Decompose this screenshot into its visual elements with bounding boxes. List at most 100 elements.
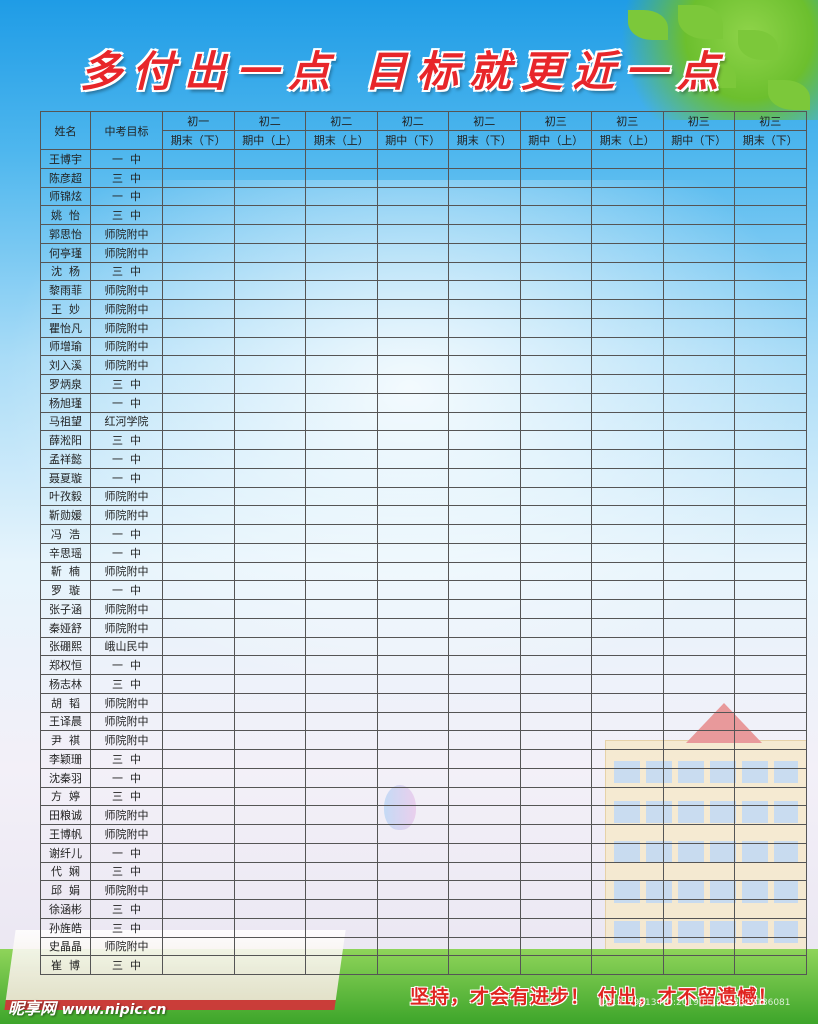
score-cell: [376, 674, 449, 694]
score-cell: [734, 467, 807, 488]
score-cell: [519, 636, 592, 657]
table-row: 尹 祺师院附中: [40, 730, 807, 750]
score-cell: [662, 411, 735, 432]
table-row: 孙旌皓三 中: [40, 917, 807, 938]
score-cell: [448, 842, 521, 863]
score-cell: [591, 692, 664, 713]
score-cell: [519, 186, 592, 207]
period-term-header: 期中（上）: [519, 130, 592, 150]
score-cell: [591, 336, 664, 357]
score-cell: [519, 880, 592, 900]
table-row: 姚 怡三 中: [40, 205, 807, 225]
score-cell: [448, 392, 521, 413]
table-row: 薛淞阳三 中: [40, 430, 807, 450]
score-cell: [233, 299, 306, 319]
score-cell: [662, 917, 735, 938]
goal-cell: 三 中: [90, 167, 163, 188]
student-name-cell: 师锦炫: [40, 186, 91, 207]
score-cell: [448, 936, 521, 957]
score-cell: [376, 561, 449, 582]
score-cell: [448, 261, 521, 282]
score-cell: [734, 655, 807, 675]
score-cell: [591, 524, 664, 544]
goal-cell: 一 中: [90, 467, 163, 488]
student-name-cell: 陈彦超: [40, 167, 91, 188]
score-cell: [662, 299, 735, 319]
score-cell: [734, 899, 807, 919]
table-row: 崔 博三 中: [40, 955, 807, 975]
score-cell: [662, 936, 735, 957]
student-name-cell: 郑权恒: [40, 655, 91, 675]
score-cell: [662, 224, 735, 244]
table-row: 瞿怡凡 师院附中: [40, 317, 807, 338]
goal-cell: 一 中: [90, 449, 163, 469]
score-cell: [448, 749, 521, 769]
score-cell: [591, 186, 664, 207]
score-cell: [376, 580, 449, 600]
score-cell: [162, 692, 235, 713]
score-cell: [376, 336, 449, 357]
goal-column-header: 中考目标: [90, 111, 163, 150]
score-cell: [162, 842, 235, 863]
score-cell: [662, 749, 735, 769]
score-cell: [233, 805, 306, 825]
score-cell: [662, 336, 735, 357]
score-cell: [162, 767, 235, 788]
goal-cell: 一 中: [90, 392, 163, 413]
score-cell: [662, 730, 735, 750]
score-cell: [591, 917, 664, 938]
score-cell: [662, 655, 735, 675]
score-cell: [734, 505, 807, 525]
score-cell: [305, 730, 378, 750]
student-name-cell: 薛淞阳: [40, 430, 91, 450]
score-cell: [734, 674, 807, 694]
score-cell: [734, 149, 807, 169]
score-cell: [305, 899, 378, 919]
score-cell: [233, 899, 306, 919]
score-cell: [233, 317, 306, 338]
score-cell: [662, 842, 735, 863]
score-cell: [162, 205, 235, 225]
score-cell: [233, 749, 306, 769]
goal-cell: 师院附中: [90, 505, 163, 525]
score-cell: [162, 805, 235, 825]
score-cell: [591, 655, 664, 675]
score-cell: [519, 299, 592, 319]
score-cell: [233, 767, 306, 788]
score-cell: [376, 861, 449, 882]
score-cell: [519, 824, 592, 844]
score-cell: [305, 449, 378, 469]
score-cell: [448, 355, 521, 375]
goal-cell: 师院附中: [90, 561, 163, 582]
table-row: 王博宇一 中: [40, 149, 807, 169]
score-cell: [519, 674, 592, 694]
score-cell: [519, 149, 592, 169]
score-cell: [305, 524, 378, 544]
score-cell: [734, 749, 807, 769]
score-cell: [734, 842, 807, 863]
score-cell: [305, 392, 378, 413]
table-row: 徐涵彬三 中: [40, 899, 807, 919]
student-name-cell: 尹 祺: [40, 730, 91, 750]
score-cell: [376, 599, 449, 619]
score-cell: [376, 186, 449, 207]
table-row: 辛思瑶一 中: [40, 542, 807, 563]
score-cell: [305, 336, 378, 357]
student-name-cell: 瞿怡凡: [40, 317, 91, 338]
score-cell: [591, 824, 664, 844]
score-cell: [591, 711, 664, 732]
score-cell: [233, 411, 306, 432]
score-cell: [448, 186, 521, 207]
score-cell: [162, 824, 235, 844]
score-cell: [162, 167, 235, 188]
student-name-cell: 崔 博: [40, 955, 91, 975]
score-cell: [734, 299, 807, 319]
student-name-cell: 邱 娟: [40, 880, 91, 900]
score-cell: [376, 317, 449, 338]
table-row: 谢纤儿一 中: [40, 842, 807, 863]
score-cell: [305, 242, 378, 263]
score-cell: [305, 692, 378, 713]
goal-cell: 三 中: [90, 955, 163, 975]
table-row: 师锦炫一 中: [40, 186, 807, 207]
score-cell: [162, 392, 235, 413]
